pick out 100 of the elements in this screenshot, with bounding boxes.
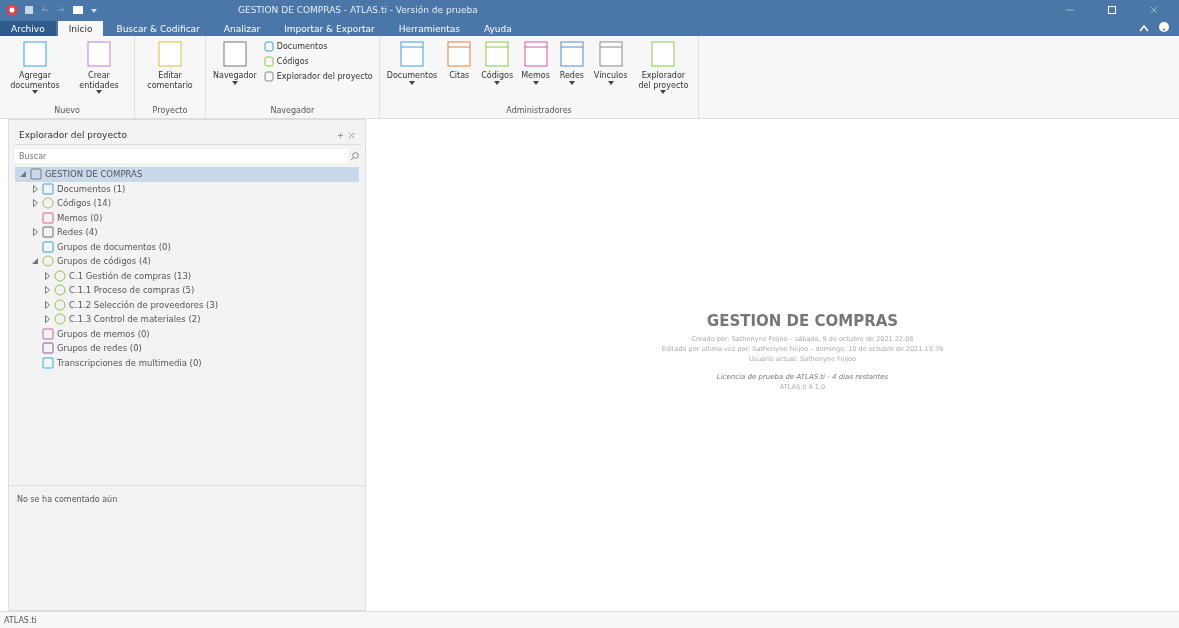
ribbon-tab[interactable]: Ayuda	[472, 21, 523, 36]
item-icon	[42, 342, 54, 355]
tree-item[interactable]: Grupos de redes (0)	[15, 341, 359, 356]
tool-icon	[596, 40, 625, 68]
item-icon	[54, 313, 66, 326]
ribbon-group-label: Navegador	[269, 105, 316, 117]
ribbon-group-label: Nuevo	[53, 105, 81, 117]
tool-icon	[21, 40, 49, 68]
tree-item[interactable]: C.1.3 Control de materiales (2)	[15, 312, 359, 327]
restore-icon[interactable]	[1107, 5, 1117, 15]
tree-item[interactable]: GESTION DE COMPRAS	[15, 167, 359, 182]
item-icon	[42, 255, 54, 268]
ribbon-button[interactable]: Documentos	[383, 38, 441, 104]
item-icon	[42, 211, 54, 224]
ribbon-button[interactable]: Redes	[554, 38, 589, 104]
tool-icon	[521, 40, 550, 68]
item-icon	[42, 197, 54, 210]
item-icon	[42, 226, 54, 239]
ribbon-tab[interactable]: Inicio	[57, 21, 104, 36]
tree-item[interactable]: Grupos de códigos (4)	[15, 254, 359, 269]
item-icon	[54, 269, 66, 282]
tool-icon	[445, 40, 474, 68]
expanded-arrow-icon[interactable]	[20, 171, 26, 178]
tree-item[interactable]: Documentos (1)	[15, 181, 359, 196]
caret-icon	[32, 90, 38, 95]
item-icon	[263, 41, 274, 52]
window-title: GESTION DE COMPRAS - ATLAS.ti - Versión de prueba	[237, 5, 479, 15]
close-icon[interactable]	[1149, 5, 1159, 15]
tree-item[interactable]: C.1.2 Selección de proveedores (3)	[15, 297, 359, 312]
ribbon-button[interactable]: Citas	[442, 38, 477, 104]
tree-item[interactable]: C.1.1 Proceso de compras (5)	[15, 283, 359, 298]
tool-icon	[483, 40, 512, 68]
ribbon-tab[interactable]: Buscar & Codificar	[105, 21, 211, 36]
ribbon-button[interactable]: Memos	[518, 38, 553, 104]
app-logo-icon	[6, 4, 18, 16]
ribbon-button[interactable]: Explorador del proyecto	[632, 38, 695, 104]
collapsed-arrow-icon[interactable]	[44, 271, 50, 280]
tree-item[interactable]: Transcripciones de multimedia (0)	[15, 355, 359, 370]
tree-item[interactable]: Memos (0)	[15, 210, 359, 225]
item-icon	[54, 284, 66, 297]
ribbon-button[interactable]: Vínculos	[590, 38, 631, 104]
caret-icon	[96, 90, 102, 95]
tool-icon	[649, 40, 678, 68]
tool-icon	[220, 40, 249, 68]
collapsed-arrow-icon[interactable]	[44, 300, 50, 309]
caret-icon	[408, 80, 415, 85]
collapsed-arrow-icon[interactable]	[32, 184, 38, 193]
item-icon	[54, 298, 66, 311]
caret-icon	[660, 90, 667, 95]
tree-item[interactable]: Grupos de memos (0)	[15, 326, 359, 341]
caret-icon	[568, 80, 575, 85]
item-icon	[42, 327, 54, 340]
item-icon	[42, 182, 54, 195]
ribbon-button[interactable]: Agregar documentos	[4, 38, 66, 104]
tool-icon	[85, 40, 113, 68]
tree-item[interactable]: Grupos de documentos (0)	[15, 239, 359, 254]
ribbon-button[interactable]: Códigos	[478, 38, 517, 104]
collapsed-arrow-icon[interactable]	[32, 199, 38, 208]
ribbon-button[interactable]: Navegador	[210, 38, 260, 104]
item-icon	[42, 356, 54, 369]
collapsed-arrow-icon[interactable]	[32, 228, 38, 237]
ribbon-button[interactable]: Crear entidades	[68, 38, 130, 104]
caret-icon	[532, 80, 539, 85]
tree-item[interactable]: Redes (4)	[15, 225, 359, 240]
expanded-arrow-icon[interactable]	[32, 258, 38, 265]
tool-icon	[156, 40, 184, 68]
ribbon-tab[interactable]: Analizar	[212, 21, 272, 36]
ribbon-small-button[interactable]: Documentos	[261, 40, 375, 53]
ribbon-small-button[interactable]: Códigos	[261, 55, 375, 68]
ribbon-small-button[interactable]: Explorador del proyecto	[261, 70, 375, 83]
collapsed-arrow-icon[interactable]	[44, 315, 50, 324]
save-icon[interactable]	[24, 5, 34, 15]
status-text: ATLAS.ti	[4, 615, 37, 625]
panel-title: Explorador del proyecto	[19, 130, 128, 140]
ribbon-group-label: Administradores	[505, 105, 573, 117]
help-icon[interactable]	[1159, 22, 1169, 32]
item-icon	[42, 240, 54, 253]
item-icon	[30, 168, 42, 181]
tree-item[interactable]: Códigos (14)	[15, 196, 359, 211]
close-icon[interactable]	[348, 131, 355, 139]
item-icon	[263, 71, 274, 82]
caret-icon	[607, 80, 614, 85]
window-icon[interactable]	[72, 5, 84, 15]
search-icon	[350, 151, 359, 161]
tool-icon	[397, 40, 426, 68]
caret-icon	[494, 80, 501, 85]
collapse-ribbon-icon[interactable]	[1139, 24, 1149, 32]
caret-icon	[231, 80, 238, 85]
ribbon-group-label: Proyecto	[151, 105, 189, 117]
ribbon-tab[interactable]: Herramientas	[387, 21, 471, 36]
tool-icon	[557, 40, 586, 68]
item-icon	[263, 56, 274, 67]
project-title: GESTION DE COMPRAS	[706, 311, 899, 330]
pin-icon[interactable]	[337, 131, 344, 139]
ribbon-button[interactable]: Editar comentario	[139, 38, 201, 104]
collapsed-arrow-icon[interactable]	[44, 286, 50, 295]
ribbon-tab[interactable]: Archivo	[0, 21, 56, 36]
search-field[interactable]: Buscar	[15, 149, 348, 163]
tree-item[interactable]: C.1 Gestión de compras (13)	[15, 268, 359, 283]
ribbon-tab[interactable]: Importar & Exportar	[273, 21, 386, 36]
